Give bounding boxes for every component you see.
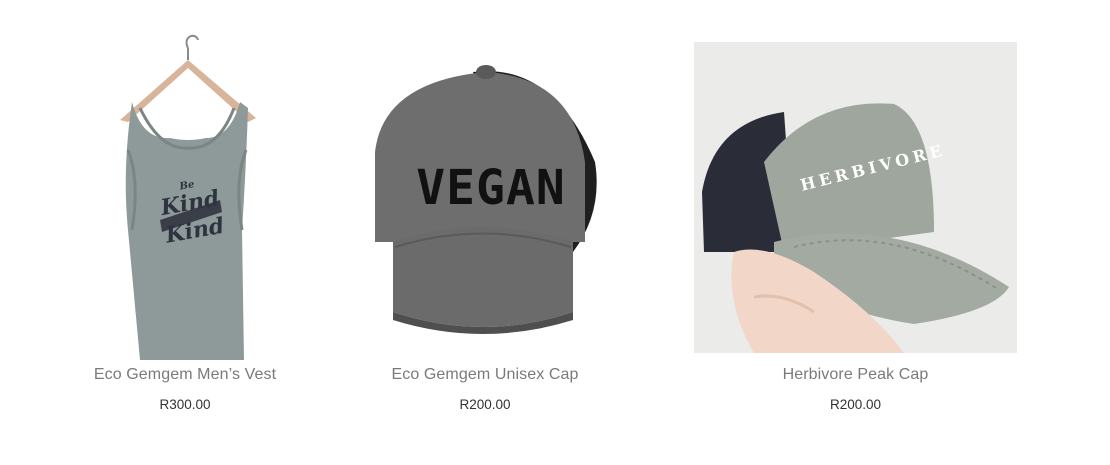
product-price: R300.00 bbox=[159, 397, 211, 412]
product-title[interactable]: Eco Gemgem Unisex Cap bbox=[323, 366, 647, 384]
khaki-cap-image bbox=[694, 42, 1017, 353]
product-image[interactable]: Be Kind Kind bbox=[70, 30, 300, 360]
vest-graphic-text: Be Kind Kind bbox=[157, 175, 226, 248]
product-price: R200.00 bbox=[829, 397, 882, 412]
product-title[interactable]: Eco Gemgem Men’s Vest bbox=[70, 366, 300, 384]
product-image[interactable]: HERBIVORE bbox=[694, 42, 1017, 353]
cap-graphic-text: VEGAN bbox=[416, 160, 566, 216]
product-price: R200.00 bbox=[459, 397, 511, 412]
product-image[interactable]: VEGAN bbox=[323, 42, 647, 362]
product-title[interactable]: Herbivore Peak Cap bbox=[694, 366, 1017, 384]
